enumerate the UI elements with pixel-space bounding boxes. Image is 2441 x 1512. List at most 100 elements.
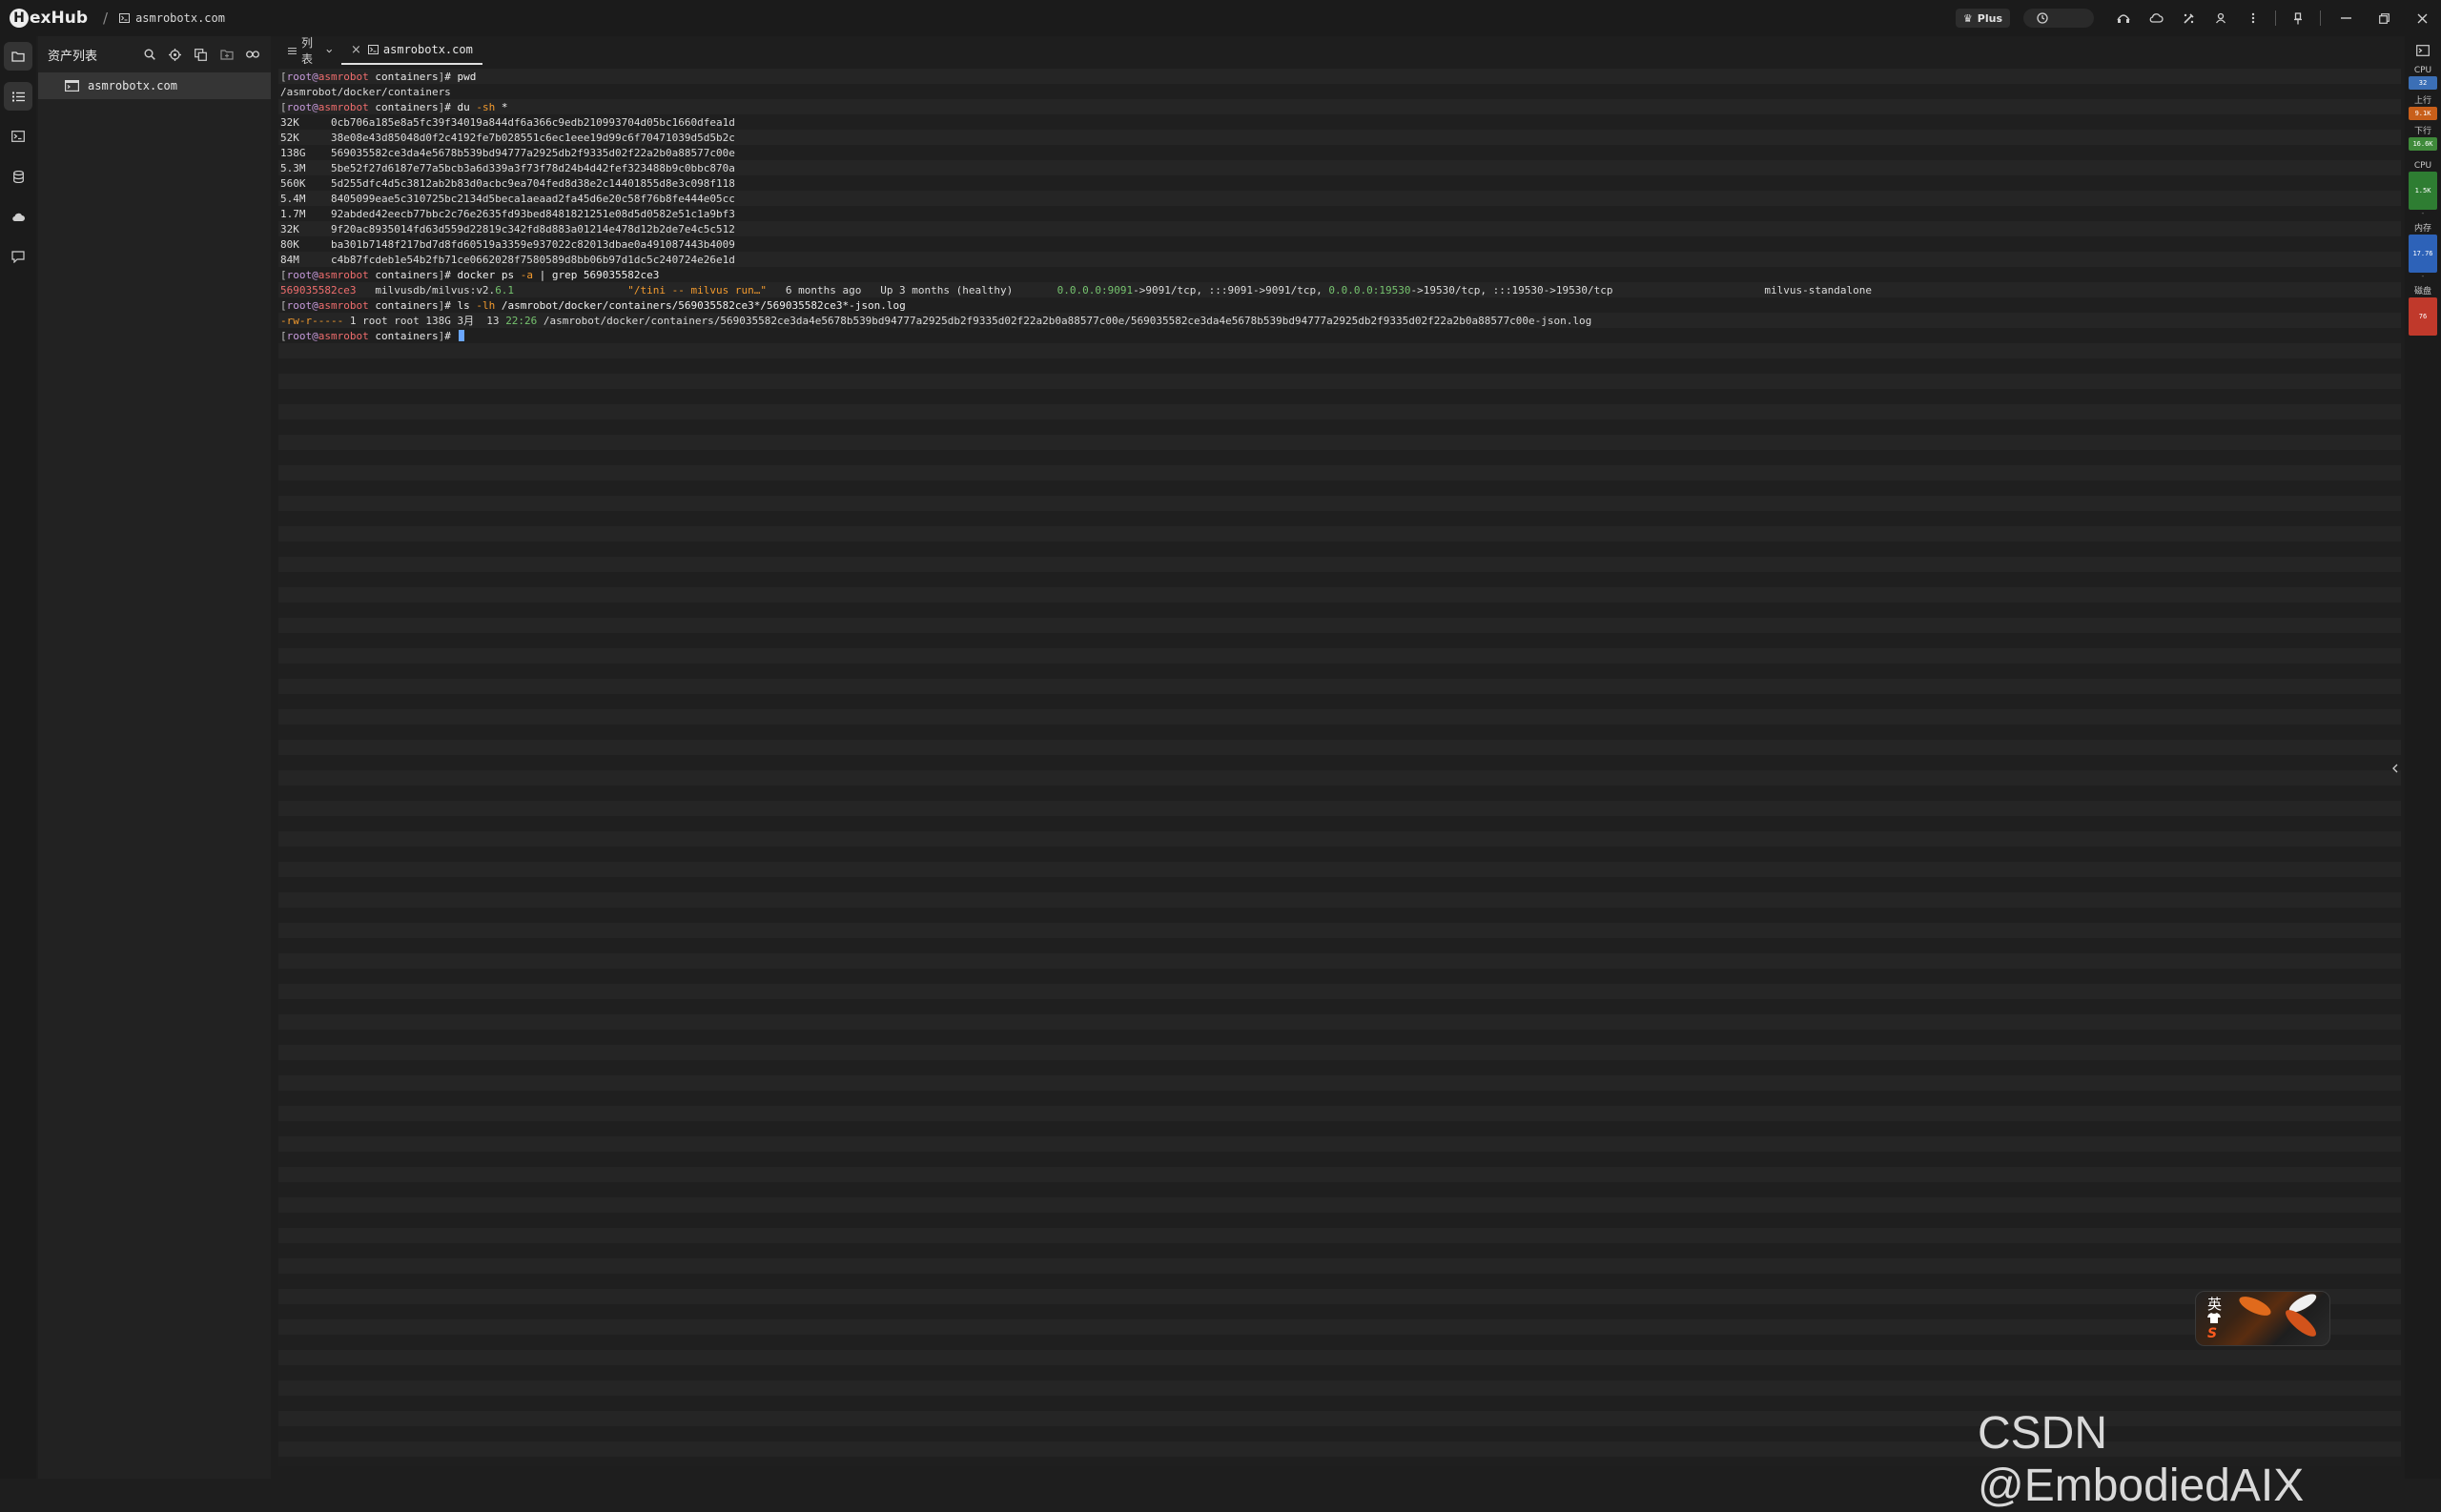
- restore-button[interactable]: [2365, 0, 2403, 36]
- terminal-segment: 0.0.0.0:19530: [1328, 284, 1411, 296]
- monitor-cpu-label: CPU: [2413, 66, 2432, 75]
- prompt-bracket: [: [280, 101, 287, 113]
- terminal-output-line: -rw-r----- 1 root root 138G 3月 13 22:26 …: [280, 314, 2401, 329]
- terminal-segment: 6.1: [495, 284, 515, 296]
- terminal-icon: [65, 80, 79, 92]
- terminal-segment: 32K 9f20ac8935014fd63d559d22819c342fd8d8…: [280, 223, 735, 235]
- prompt-symbol: #: [444, 299, 458, 312]
- title-bar: H exHub / asmrobotx.com ♛ Plus: [0, 0, 2441, 36]
- terminal-segment: 569035582ce3: [280, 284, 357, 296]
- nav-database[interactable]: [0, 156, 36, 196]
- more-button[interactable]: [2237, 0, 2269, 36]
- tab-session[interactable]: × asmrobotx.com: [341, 36, 482, 65]
- nav-cloud[interactable]: [0, 196, 36, 236]
- nav-rail: [0, 36, 36, 1479]
- folder-plus-icon: [219, 50, 234, 60]
- terminal-segment: 80K ba301b7148f217bd7d8fd60519a3359e9370…: [280, 238, 735, 251]
- monitor-download: 下行 16.6K: [2405, 126, 2441, 151]
- prompt-at: @: [312, 71, 318, 83]
- terminal-output: [root@asmrobot containers]# pwd/asmrobot…: [278, 69, 2401, 344]
- tab-list-menu[interactable]: 列表: [278, 36, 341, 66]
- terminal-command-line: [root@asmrobot containers]#: [280, 329, 2401, 344]
- chevron-down-icon: [325, 49, 332, 52]
- search-button[interactable]: [136, 49, 162, 60]
- breadcrumb-host[interactable]: asmrobotx.com: [119, 11, 225, 25]
- terminal-output-line: 32K 0cb706a185e8a5fc39f34019a844df6a366c…: [280, 115, 2401, 131]
- user-icon: [2215, 12, 2226, 24]
- terminal-output-line: 560K 5d255dfc4d5c3812ab2b83d0acbc9ea704f…: [280, 176, 2401, 192]
- monitor-toggle[interactable]: [2405, 36, 2441, 65]
- monitor-cpu-value: 32: [2409, 76, 2437, 90]
- tab-list-label: 列表: [300, 36, 313, 66]
- folder-icon: [11, 51, 25, 62]
- terminal-view[interactable]: [root@asmrobot containers]# pwd/asmrobot…: [278, 69, 2401, 1466]
- terminal-segment: /asmrobot/docker/containers: [280, 86, 451, 98]
- restore-icon: [2378, 12, 2390, 24]
- minimize-icon: [2340, 17, 2351, 19]
- close-icon: [2417, 13, 2427, 23]
- asset-panel-header: 资产列表: [38, 36, 271, 72]
- asset-panel-title: 资产列表: [48, 49, 98, 64]
- database-icon: [12, 170, 24, 183]
- more-vertical-icon: [2251, 12, 2255, 24]
- toolbar-divider-2: [2320, 10, 2321, 26]
- monitor-cpu2-label: CPU: [2413, 161, 2432, 171]
- prompt-dir: containers: [368, 299, 439, 312]
- terminal-segment: ls: [457, 299, 477, 312]
- prompt-dir: containers: [368, 330, 439, 342]
- ime-mode-label: 英: [2207, 1296, 2223, 1313]
- terminal-segment: pwd: [457, 71, 477, 83]
- link-button[interactable]: [239, 50, 265, 59]
- terminal-segment: *: [495, 101, 508, 113]
- terminal-segment: docker ps: [457, 269, 521, 281]
- koi-decoration: [2236, 1293, 2274, 1319]
- transfer-button[interactable]: [2107, 0, 2140, 36]
- ime-widget[interactable]: 英 S: [2195, 1291, 2330, 1346]
- prompt-user: root: [286, 269, 313, 281]
- locate-button[interactable]: [162, 48, 188, 61]
- nav-terminal[interactable]: [0, 116, 36, 156]
- terminal-segment: du: [457, 101, 477, 113]
- theme-button[interactable]: [2172, 0, 2205, 36]
- nav-assets[interactable]: [0, 36, 36, 76]
- terminal-segment: /asmrobot/docker/containers/569035582ce3…: [495, 299, 906, 312]
- status-pill[interactable]: [2023, 9, 2094, 28]
- nav-messages[interactable]: [0, 236, 36, 276]
- terminal-segment: /asmrobot/docker/containers/569035582ce3…: [537, 315, 1592, 327]
- terminal-output-line: 52K 38e08e43d85048d0f2c4192fe7b028551c6e…: [280, 131, 2401, 146]
- monitor-cpu: CPU 32: [2405, 65, 2441, 90]
- collapse-panel-button[interactable]: [2390, 759, 2401, 778]
- close-tab-icon[interactable]: ×: [351, 43, 361, 57]
- terminal-output-line: 80K ba301b7148f217bd7d8fd60519a3359e9370…: [280, 237, 2401, 253]
- nav-list[interactable]: [0, 76, 36, 116]
- terminal-segment: 84M c4b87fcdeb1e54b2fb71ce0662028f758058…: [280, 254, 735, 266]
- pin-button[interactable]: [2282, 0, 2314, 36]
- terminal-icon: [119, 13, 131, 23]
- account-button[interactable]: [2205, 0, 2237, 36]
- copy-button[interactable]: [188, 48, 214, 61]
- prompt-symbol: #: [444, 101, 458, 113]
- terminal-segment: | grep 569035582ce3: [532, 269, 660, 281]
- terminal-segment: 5.3M 5be52f27d6187e77a5bcb3a6d339a3f73f7…: [280, 162, 735, 174]
- prompt-bracket: [: [280, 71, 287, 83]
- terminal-segment: milvusdb/milvus:v2.: [356, 284, 496, 296]
- terminal-command-line: [root@asmrobot containers]# du -sh *: [280, 100, 2401, 115]
- prompt-host: asmrobot: [318, 330, 369, 342]
- minimize-button[interactable]: [2327, 0, 2365, 36]
- monitor-cpu2-value: 1.5K: [2409, 172, 2437, 210]
- new-folder-button[interactable]: [214, 49, 239, 60]
- terminal-segment: [514, 284, 627, 296]
- asset-item[interactable]: asmrobotx.com: [38, 72, 271, 99]
- monitor-upload-label: 上行: [2413, 96, 2431, 106]
- plus-button[interactable]: ♛ Plus: [1955, 9, 2010, 28]
- app-logo[interactable]: H exHub: [10, 9, 88, 28]
- sync-button[interactable]: [2140, 0, 2172, 36]
- search-icon: [144, 49, 155, 60]
- terminal-segment: 1 root root 138G 3月 13: [343, 315, 506, 327]
- cloud-icon: [11, 213, 25, 221]
- toolbar-divider: [2275, 10, 2276, 26]
- close-window-button[interactable]: [2403, 0, 2441, 36]
- prompt-host: asmrobot: [318, 71, 369, 83]
- menu-icon: [288, 47, 297, 54]
- prompt-bracket: [: [280, 330, 287, 342]
